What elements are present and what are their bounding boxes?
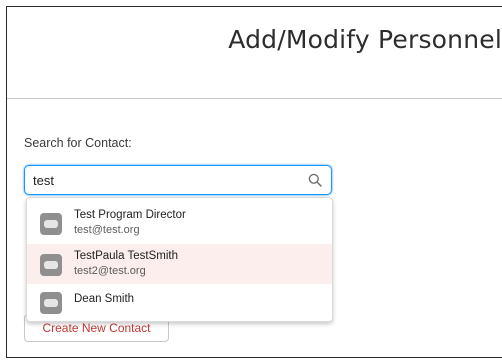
contact-avatar-icon: [40, 292, 62, 314]
contact-avatar-icon: [40, 213, 62, 235]
search-icon[interactable]: [308, 173, 322, 187]
contact-option-email: test@test.org: [74, 224, 140, 236]
page-title: Add/Modify Personnel: [228, 25, 502, 54]
search-box[interactable]: [24, 165, 332, 195]
search-input[interactable]: [33, 171, 303, 189]
contact-avatar-icon: [40, 254, 62, 276]
personnel-panel: Add/Modify Personnel Search for Contact:…: [6, 6, 502, 358]
contact-option[interactable]: Test Program Director test@test.org: [27, 203, 332, 243]
contact-option-name: Dean Smith: [74, 293, 135, 305]
page-header: Add/Modify Personnel: [7, 7, 502, 99]
contact-option-name: Test Program Director: [74, 209, 186, 221]
contact-results-dropdown: Test Program Director test@test.org Test…: [26, 197, 333, 322]
contact-option[interactable]: TestPaula TestSmith test2@test.org: [27, 244, 332, 284]
contact-option[interactable]: Dean Smith: [27, 285, 332, 319]
search-label: Search for Contact:: [24, 136, 132, 150]
contact-option-name: TestPaula TestSmith: [74, 250, 178, 262]
contact-option-email: test2@test.org: [74, 265, 146, 277]
